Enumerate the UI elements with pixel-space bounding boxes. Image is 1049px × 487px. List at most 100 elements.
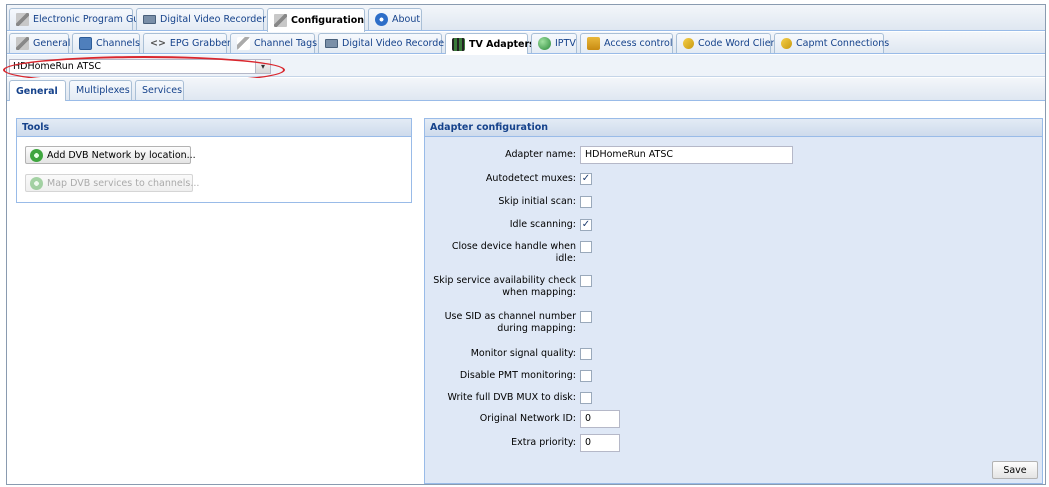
key-icon bbox=[781, 38, 792, 49]
tab-configuration[interactable]: Configuration bbox=[267, 8, 365, 32]
disable-pmt-label: Disable PMT monitoring: bbox=[459, 370, 576, 381]
tab-channel-tags[interactable]: Channel Tags bbox=[230, 33, 318, 53]
save-button[interactable]: Save bbox=[992, 461, 1038, 479]
wrench-icon bbox=[16, 13, 29, 26]
priority-input[interactable]: 0 bbox=[580, 434, 620, 452]
close-handle-checkbox[interactable] bbox=[580, 241, 592, 253]
close-handle-row: Close device handle when idle: bbox=[425, 240, 1042, 266]
tab-about[interactable]: About bbox=[368, 8, 422, 30]
close-handle-label: Close device handle when idle: bbox=[452, 241, 576, 265]
skip-scan-row: Skip initial scan: bbox=[425, 195, 1042, 209]
skip-service-label: Skip service availability check when map… bbox=[433, 275, 576, 299]
close-handle-label-line1: Close device handle when bbox=[451, 241, 576, 252]
tab-adapter-general[interactable]: General bbox=[9, 80, 66, 101]
tab-label: TV Adapters bbox=[469, 38, 535, 50]
channels-icon bbox=[79, 37, 92, 50]
monitor-signal-checkbox[interactable] bbox=[580, 348, 592, 360]
autodetect-row: Autodetect muxes: ✓ bbox=[425, 172, 1042, 186]
tools-panel-title: Tools bbox=[17, 119, 411, 137]
write-mux-row: Write full DVB MUX to disk: bbox=[425, 391, 1042, 405]
adapter-name-input[interactable]: HDHomeRun ATSC bbox=[580, 146, 793, 164]
skip-scan-label: Skip initial scan: bbox=[498, 196, 576, 207]
idle-scanning-checkbox[interactable]: ✓ bbox=[580, 219, 592, 231]
tab-label: Channels bbox=[96, 38, 140, 49]
skip-service-row: Skip service availability check when map… bbox=[425, 274, 1042, 300]
wrench-icon bbox=[16, 37, 29, 50]
tab-label: Services bbox=[142, 85, 183, 96]
tab-capmt-connections[interactable]: Capmt Connections bbox=[774, 33, 889, 53]
monitor-signal-label: Monitor signal quality: bbox=[470, 348, 576, 359]
skip-service-label-line1: Skip service availability check bbox=[433, 275, 576, 286]
tab-multiplexes[interactable]: Multiplexes bbox=[69, 80, 132, 100]
adapter-sub-tabs: General Multiplexes Services bbox=[7, 78, 1045, 101]
map-icon bbox=[30, 176, 43, 190]
tab-channels[interactable]: Channels bbox=[72, 33, 140, 53]
network-id-label: Original Network ID: bbox=[479, 413, 576, 424]
adapter-form: Adapter name: HDHomeRun ATSC Autodetect … bbox=[425, 137, 1042, 483]
tab-label: IPTV bbox=[555, 38, 576, 49]
tab-general[interactable]: General bbox=[9, 33, 70, 53]
tab-label: Configuration bbox=[291, 15, 365, 26]
disable-pmt-row: Disable PMT monitoring: bbox=[425, 369, 1042, 383]
tv-icon bbox=[143, 15, 156, 24]
use-sid-label-line2: during mapping: bbox=[497, 323, 576, 334]
tab-access-control[interactable]: Access control bbox=[580, 33, 673, 53]
use-sid-row: Use SID as channel number during mapping… bbox=[425, 310, 1042, 336]
config-tab-bar: General Channels <> EPG Grabber Channel … bbox=[7, 32, 1045, 54]
about-icon bbox=[375, 13, 388, 26]
film-icon bbox=[452, 37, 465, 51]
globe-icon bbox=[538, 37, 551, 50]
priority-label: Extra priority: bbox=[511, 437, 576, 448]
add-dvb-network-button[interactable]: Add DVB Network by location... bbox=[25, 146, 196, 164]
skip-service-checkbox[interactable] bbox=[580, 275, 592, 287]
tab-config-dvr[interactable]: Digital Video Recorder bbox=[318, 33, 448, 53]
add-icon bbox=[30, 148, 43, 162]
priority-row: Extra priority: 0 bbox=[425, 434, 1042, 452]
tab-label: General bbox=[16, 85, 58, 97]
autodetect-checkbox[interactable]: ✓ bbox=[580, 173, 592, 185]
tab-label: Capmt Connections bbox=[796, 38, 890, 49]
tab-epg-grabber[interactable]: <> EPG Grabber bbox=[143, 33, 231, 53]
tab-tv-adapters[interactable]: TV Adapters bbox=[445, 33, 535, 54]
tab-electronic-program-guide[interactable]: Electronic Program Guide bbox=[9, 8, 154, 30]
tab-label: Multiplexes bbox=[76, 85, 130, 96]
tv-icon bbox=[325, 39, 338, 48]
button-label: Map DVB services to channels... bbox=[47, 177, 200, 189]
network-id-input[interactable]: 0 bbox=[580, 410, 620, 428]
adapter-select-row: HDHomeRun ATSC ▾ bbox=[3, 55, 1045, 84]
tab-label: About bbox=[392, 14, 421, 25]
use-sid-label-line1: Use SID as channel number bbox=[444, 311, 576, 322]
tab-label: Channel Tags bbox=[254, 38, 318, 49]
button-label: Add DVB Network by location... bbox=[47, 149, 196, 161]
tab-digital-video-recorder[interactable]: Digital Video Recorder bbox=[136, 8, 267, 30]
skip-scan-checkbox[interactable] bbox=[580, 196, 592, 208]
tools-panel: Tools Add DVB Network by location... Map… bbox=[16, 118, 412, 203]
use-sid-label: Use SID as channel number during mapping… bbox=[445, 311, 576, 335]
use-sid-checkbox[interactable] bbox=[580, 311, 592, 323]
button-label: Save bbox=[1003, 464, 1027, 476]
tab-label: Digital Video Recorder bbox=[160, 14, 267, 25]
tab-label: Access control bbox=[604, 38, 673, 49]
tab-label: EPG Grabber bbox=[169, 38, 231, 49]
tab-iptv[interactable]: IPTV bbox=[531, 33, 577, 53]
tab-code-word-client[interactable]: Code Word Client bbox=[676, 33, 780, 53]
map-dvb-services-button[interactable]: Map DVB services to channels... bbox=[25, 174, 199, 192]
write-mux-label: Write full DVB MUX to disk: bbox=[447, 392, 576, 403]
close-handle-label-line2: idle: bbox=[555, 253, 576, 264]
tab-services[interactable]: Services bbox=[135, 80, 184, 100]
code-icon: <> bbox=[150, 38, 166, 49]
disable-pmt-checkbox[interactable] bbox=[580, 370, 592, 382]
adapter-name-label: Adapter name: bbox=[505, 149, 576, 160]
tab-label: Digital Video Recorder bbox=[342, 38, 449, 49]
adapter-configuration-title: Adapter configuration bbox=[425, 119, 1042, 137]
network-id-row: Original Network ID: 0 bbox=[425, 410, 1042, 428]
write-mux-checkbox[interactable] bbox=[580, 392, 592, 404]
tag-icon bbox=[237, 37, 250, 50]
app-window: Electronic Program Guide Digital Video R… bbox=[3, 4, 1046, 485]
key-icon bbox=[683, 38, 694, 49]
access-icon bbox=[587, 37, 600, 50]
idle-scanning-row: Idle scanning: ✓ bbox=[425, 218, 1042, 232]
adapter-name-row: Adapter name: HDHomeRun ATSC bbox=[425, 146, 1042, 164]
idle-scanning-label: Idle scanning: bbox=[509, 219, 576, 230]
wrench-icon bbox=[274, 14, 287, 27]
